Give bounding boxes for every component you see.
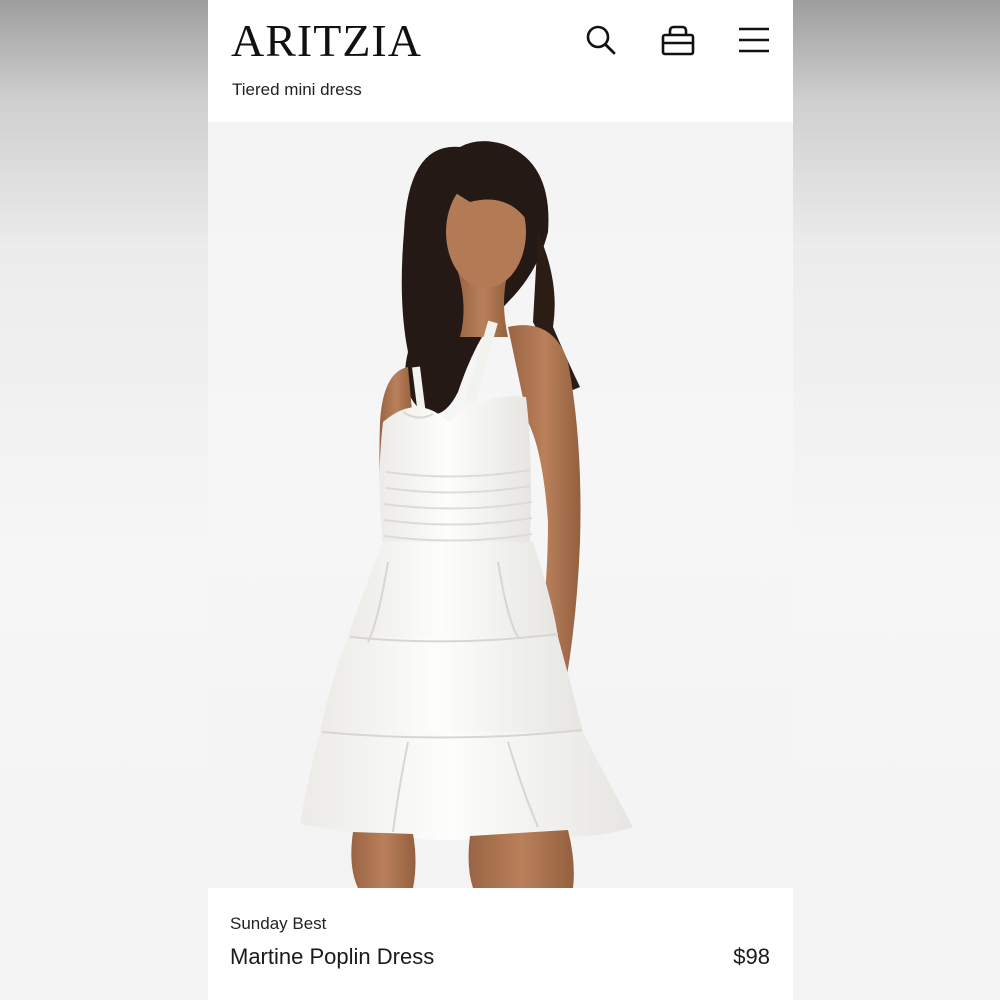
product-price: $98 (733, 944, 770, 969)
background-right (793, 0, 1000, 1000)
search-icon[interactable] (581, 20, 621, 60)
aritzia-logo[interactable]: ARITZIA (231, 14, 422, 68)
product-info: Sunday Best Martine Poplin Dress $98 (208, 888, 793, 1000)
page-subtitle: Tiered mini dress (232, 80, 362, 99)
site-header: ARITZIA Tiered mini dress (208, 0, 793, 122)
product-brand[interactable]: Sunday Best (230, 914, 326, 934)
product-page: ARITZIA Tiered mini dress Sunday Best Ma… (208, 0, 793, 1000)
bag-icon[interactable] (658, 20, 698, 60)
background-left (0, 0, 208, 1000)
model-illustration (300, 141, 633, 888)
menu-icon[interactable] (734, 20, 774, 60)
product-image[interactable] (208, 122, 793, 888)
product-name[interactable]: Martine Poplin Dress (230, 944, 434, 970)
